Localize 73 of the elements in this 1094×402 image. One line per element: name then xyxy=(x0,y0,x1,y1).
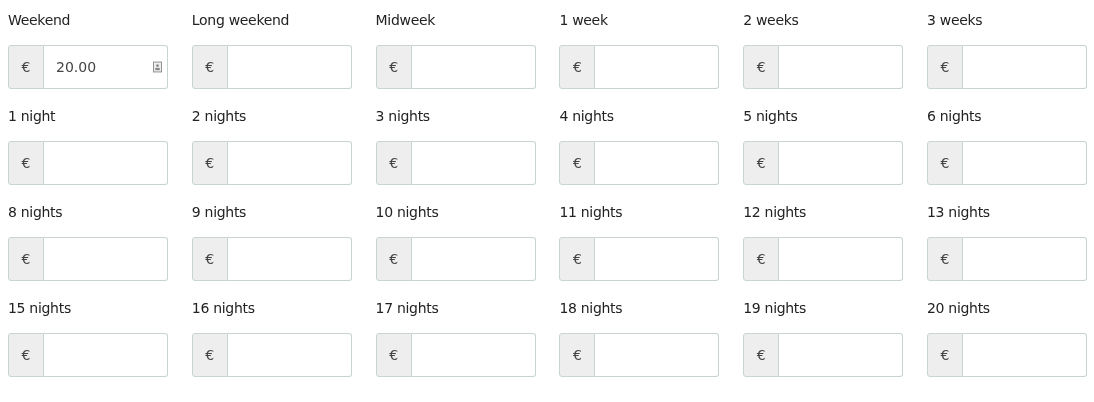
price-input[interactable] xyxy=(411,333,536,377)
price-input[interactable] xyxy=(411,237,536,281)
price-input[interactable] xyxy=(227,237,352,281)
price-input[interactable] xyxy=(411,45,536,89)
price-input[interactable] xyxy=(779,333,904,377)
price-input[interactable] xyxy=(227,333,352,377)
currency-prefix: € xyxy=(191,333,228,377)
price-input[interactable] xyxy=(595,45,720,89)
price-input[interactable] xyxy=(963,237,1087,281)
currency-prefix: € xyxy=(191,45,228,89)
price-input[interactable] xyxy=(963,45,1087,89)
currency-prefix: € xyxy=(191,237,228,281)
currency-prefix: € xyxy=(8,45,44,89)
price-input[interactable] xyxy=(595,237,720,281)
field-label: Long weekend xyxy=(191,12,291,30)
currency-prefix: € xyxy=(375,333,412,377)
field-label: 19 nights xyxy=(743,300,808,318)
price-input[interactable] xyxy=(595,333,720,377)
price-input[interactable] xyxy=(227,141,352,185)
field-label: 2 weeks xyxy=(743,12,800,30)
price-input[interactable] xyxy=(44,141,168,185)
currency-prefix: € xyxy=(375,45,412,89)
field-label: 12 nights xyxy=(743,204,808,222)
price-input[interactable] xyxy=(779,45,904,89)
field-label: 20 nights xyxy=(927,300,991,318)
field-label: 1 night xyxy=(8,108,57,126)
currency-prefix: € xyxy=(375,141,412,185)
price-input[interactable] xyxy=(963,333,1087,377)
currency-prefix: € xyxy=(559,237,596,281)
price-input[interactable] xyxy=(779,237,904,281)
field-label: 9 nights xyxy=(191,204,248,222)
currency-prefix: € xyxy=(927,45,963,89)
field-label: 8 nights xyxy=(8,204,64,222)
price-input[interactable] xyxy=(44,333,168,377)
price-input[interactable] xyxy=(595,141,720,185)
currency-prefix: € xyxy=(559,45,596,89)
currency-prefix: € xyxy=(743,333,780,377)
currency-prefix: € xyxy=(375,237,412,281)
field-label: 10 nights xyxy=(375,204,440,222)
price-input[interactable] xyxy=(779,141,904,185)
field-label: 3 nights xyxy=(375,108,431,126)
currency-prefix: € xyxy=(927,333,963,377)
field-label: 15 nights xyxy=(8,300,72,318)
currency-prefix: € xyxy=(8,141,44,185)
field-label: 5 nights xyxy=(743,108,799,126)
currency-prefix: € xyxy=(743,141,780,185)
currency-prefix: € xyxy=(743,45,780,89)
price-input[interactable] xyxy=(963,141,1087,185)
currency-prefix: € xyxy=(927,141,963,185)
price-input[interactable]: 20.00 xyxy=(44,45,168,89)
currency-prefix: € xyxy=(8,237,44,281)
price-input[interactable] xyxy=(44,237,168,281)
field-label: Weekend xyxy=(8,12,72,30)
currency-prefix: € xyxy=(191,141,228,185)
contact-card-icon[interactable] xyxy=(153,61,162,73)
field-label: 17 nights xyxy=(375,300,440,318)
currency-prefix: € xyxy=(927,237,963,281)
currency-prefix: € xyxy=(559,141,596,185)
field-label: 2 nights xyxy=(191,108,248,126)
currency-prefix: € xyxy=(8,333,44,377)
field-label: 13 nights xyxy=(927,204,991,222)
field-label: 11 nights xyxy=(559,204,624,222)
field-label: 16 nights xyxy=(191,300,256,318)
field-label: 18 nights xyxy=(559,300,624,318)
currency-prefix: € xyxy=(559,333,596,377)
field-label: Midweek xyxy=(375,12,437,30)
currency-prefix: € xyxy=(743,237,780,281)
field-label: 6 nights xyxy=(927,108,983,126)
price-input[interactable] xyxy=(227,45,352,89)
field-label: 3 weeks xyxy=(927,12,984,30)
price-input[interactable] xyxy=(411,141,536,185)
field-label: 4 nights xyxy=(559,108,615,126)
field-label: 1 week xyxy=(559,12,609,30)
